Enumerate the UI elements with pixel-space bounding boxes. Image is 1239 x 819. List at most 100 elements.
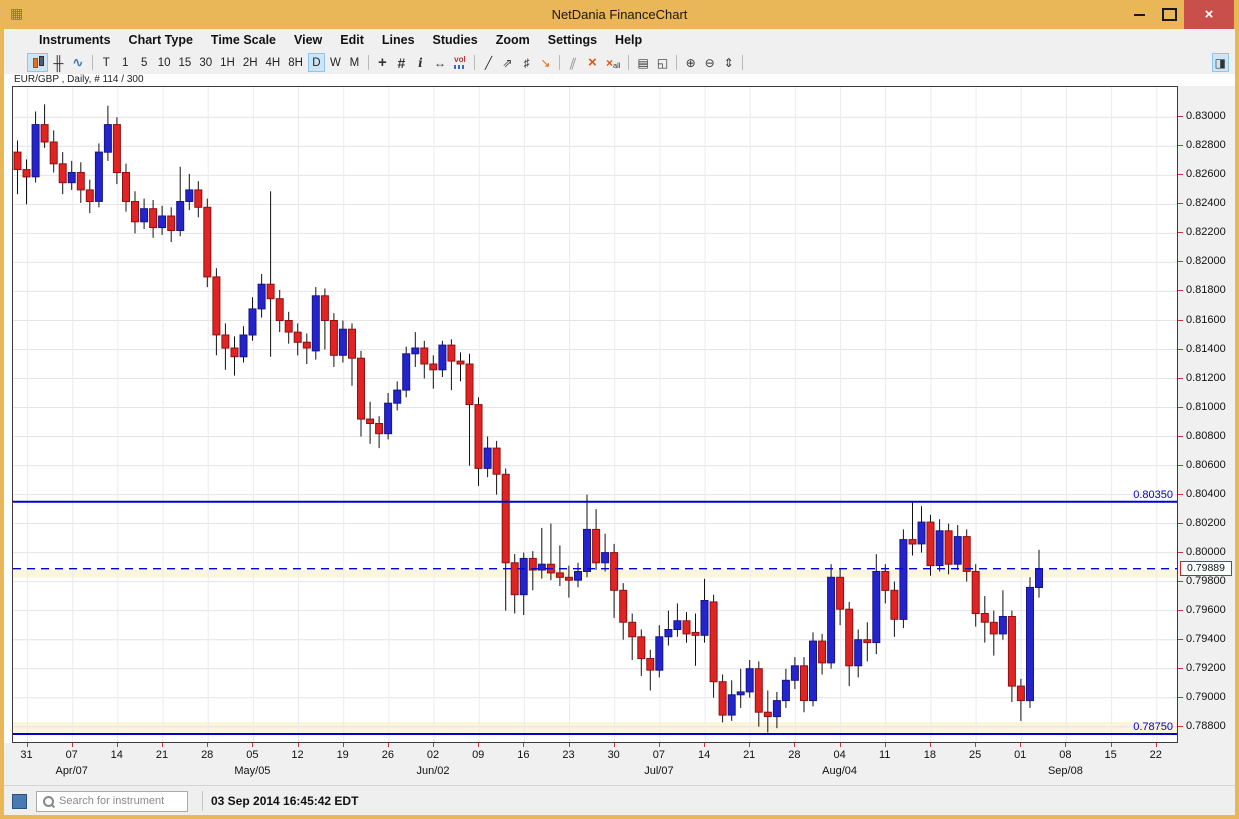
delete-line-button[interactable]: × xyxy=(584,53,601,72)
price-tick-label: 0.81400 xyxy=(1186,343,1226,355)
price-tick xyxy=(1178,523,1183,524)
price-tick-label: 0.80800 xyxy=(1186,430,1226,442)
panel-toggle-button[interactable]: ◨ xyxy=(1212,53,1229,72)
menu-instruments[interactable]: Instruments xyxy=(30,33,120,47)
date-tick xyxy=(117,743,118,747)
menu-view[interactable]: View xyxy=(285,33,331,47)
date-tick-label: 07 xyxy=(653,749,665,761)
timeframe-10-button[interactable]: 10 xyxy=(155,53,174,72)
fit-vertical-button[interactable]: ⇕ xyxy=(720,53,737,72)
scroll-horizontal-button[interactable]: ↔ xyxy=(431,53,449,72)
timeframe-tick-button[interactable]: T xyxy=(98,53,115,72)
zoom-in-button[interactable]: ⊕ xyxy=(682,53,699,72)
price-tick-label: 0.79800 xyxy=(1186,575,1226,587)
arrow-annotation-button[interactable]: ↘ xyxy=(537,53,554,72)
print-button[interactable]: ▤ xyxy=(634,53,651,72)
price-axis[interactable]: 0.830000.828000.826000.824000.822000.820… xyxy=(1178,86,1235,743)
server-timestamp: 03 Sep 2014 16:45:42 EDT xyxy=(211,794,358,808)
timeframe-30-button[interactable]: 30 xyxy=(196,53,215,72)
toolbar-separator xyxy=(559,55,560,70)
price-tick-label: 0.79200 xyxy=(1186,662,1226,674)
trendline-button-icon: ╱ xyxy=(485,56,492,70)
menu-lines[interactable]: Lines xyxy=(373,33,424,47)
window-title: NetDania FinanceChart xyxy=(100,7,1139,22)
print-preview-button[interactable]: ◱ xyxy=(654,53,671,72)
date-tick xyxy=(885,743,886,747)
date-tick xyxy=(794,743,795,747)
title-bar[interactable]: ▦ NetDania FinanceChart × xyxy=(0,0,1239,29)
date-tick xyxy=(569,743,570,747)
status-divider xyxy=(202,791,203,811)
angle-line-button[interactable]: ∥ xyxy=(565,53,582,72)
timeframe-4h-button-label: 4H xyxy=(266,57,281,69)
date-tick-label: 01 xyxy=(1014,749,1026,761)
chart-type-candlestick-button[interactable] xyxy=(27,53,48,72)
price-tick-label: 0.82000 xyxy=(1186,255,1226,267)
menu-time-scale[interactable]: Time Scale xyxy=(202,33,285,47)
timeframe-1h-button[interactable]: 1H xyxy=(217,53,238,72)
menu-help[interactable]: Help xyxy=(606,33,651,47)
time-axis[interactable]: 3107142128051219260209162330071421280411… xyxy=(4,743,1235,785)
month-label: Jul/07 xyxy=(644,765,673,777)
chart-type-line-button[interactable]: ∿ xyxy=(69,53,87,72)
price-tick xyxy=(1178,697,1183,698)
candlestick-icon xyxy=(30,55,45,70)
trendline-button[interactable]: ╱ xyxy=(480,53,497,72)
timeframe-15-button[interactable]: 15 xyxy=(176,53,195,72)
price-tick xyxy=(1178,320,1183,321)
timeframe-daily-button-label: D xyxy=(312,57,320,69)
price-tick xyxy=(1178,581,1183,582)
month-label: Jun/02 xyxy=(416,765,449,777)
current-price-label: 0.79889 xyxy=(1180,561,1232,576)
timeframe-8h-button[interactable]: 8H xyxy=(285,53,306,72)
zoom-out-button[interactable]: ⊖ xyxy=(701,53,718,72)
timeframe-30-button-label: 30 xyxy=(199,57,212,69)
instrument-search-box[interactable] xyxy=(36,791,188,812)
menu-chart-type[interactable]: Chart Type xyxy=(120,33,202,47)
close-button[interactable]: × xyxy=(1184,0,1234,29)
fit-vertical-button-icon: ⇕ xyxy=(724,56,734,70)
timeframe-2h-button[interactable]: 2H xyxy=(240,53,261,72)
date-tick xyxy=(298,743,299,747)
date-tick-label: 16 xyxy=(517,749,529,761)
minimize-button[interactable] xyxy=(1124,0,1154,29)
menu-zoom[interactable]: Zoom xyxy=(487,33,539,47)
date-tick-label: 04 xyxy=(833,749,845,761)
menu-studies[interactable]: Studies xyxy=(424,33,487,47)
price-tick xyxy=(1178,639,1183,640)
timeframe-1-button[interactable]: 1 xyxy=(117,53,134,72)
date-tick xyxy=(1020,743,1021,747)
instrument-search-input[interactable] xyxy=(59,795,201,807)
menu-edit[interactable]: Edit xyxy=(331,33,373,47)
delete-all-lines-button[interactable]: ×all xyxy=(603,53,624,72)
price-tick-label: 0.80400 xyxy=(1186,488,1226,500)
grid-button[interactable]: # xyxy=(393,53,410,72)
timeframe-weekly-button[interactable]: W xyxy=(327,53,344,72)
price-chart-canvas xyxy=(13,87,1177,742)
timeframe-monthly-button[interactable]: M xyxy=(346,53,363,72)
parallel-channel-button[interactable]: ♯ xyxy=(518,53,535,72)
info-button[interactable]: i xyxy=(412,53,429,72)
maximize-button[interactable] xyxy=(1154,0,1184,29)
date-tick-label: 21 xyxy=(156,749,168,761)
chart-plot-area[interactable]: 0.803500.78750 xyxy=(12,86,1178,743)
date-tick xyxy=(1111,743,1112,747)
menu-settings[interactable]: Settings xyxy=(539,33,606,47)
date-tick-label: 07 xyxy=(66,749,78,761)
price-tick xyxy=(1178,145,1183,146)
crosshair-button[interactable]: + xyxy=(374,53,391,72)
timeframe-daily-button[interactable]: D xyxy=(308,53,325,72)
chart-type-bar-button[interactable]: ╫ xyxy=(50,53,67,72)
volume-button[interactable]: vol xyxy=(451,53,469,72)
trendline-ray-button[interactable]: ⇗ xyxy=(499,53,516,72)
arrow-annotation-button-icon: ↘ xyxy=(540,56,550,70)
timeframe-monthly-button-label: M xyxy=(350,57,360,69)
timeframe-4h-button[interactable]: 4H xyxy=(263,53,284,72)
price-tick-label: 0.79600 xyxy=(1186,604,1226,616)
price-tick xyxy=(1178,174,1183,175)
date-tick xyxy=(749,743,750,747)
timeframe-5-button[interactable]: 5 xyxy=(136,53,153,72)
app-icon: ▦ xyxy=(10,6,23,20)
price-tick xyxy=(1178,494,1183,495)
delete-line-button-icon: × xyxy=(588,54,597,71)
